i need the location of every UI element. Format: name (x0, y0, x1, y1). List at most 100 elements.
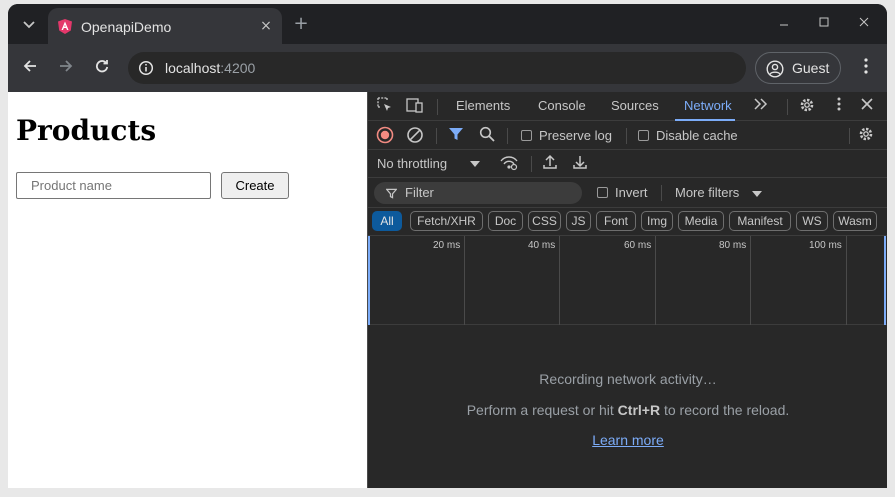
browser-tab[interactable]: OpenapiDemo × (48, 8, 282, 44)
toolbar-separator (436, 128, 437, 144)
perform-suffix: to record the reload. (660, 402, 790, 418)
perform-request-message: Perform a request or hit Ctrl+R to recor… (368, 402, 887, 418)
record-stop-icon[interactable] (376, 126, 394, 144)
tab-search-button[interactable] (18, 14, 40, 36)
more-filters-dropdown-icon[interactable] (752, 190, 762, 198)
angular-favicon-icon (58, 19, 72, 34)
learn-more-link[interactable]: Learn more (368, 432, 887, 448)
chip-font[interactable]: Font (596, 211, 636, 231)
network-conditions-icon[interactable] (500, 155, 518, 173)
filter-placeholder: Filter (405, 185, 434, 200)
timeline-right-handle[interactable] (884, 236, 886, 325)
maximize-icon[interactable] (816, 16, 832, 32)
more-tabs-icon[interactable] (752, 97, 770, 115)
new-tab-button[interactable]: + (291, 14, 311, 34)
devtools-tab-bar: Elements Console Sources Network (368, 92, 887, 121)
chip-fetch-xhr[interactable]: Fetch/XHR (410, 211, 483, 231)
preserve-log-checkbox[interactable] (521, 130, 532, 141)
timeline-gridline (750, 236, 751, 325)
timeline-gridline (655, 236, 656, 325)
toolbar-separator (531, 156, 532, 172)
page-viewport: Products Create (8, 92, 367, 488)
product-name-input[interactable] (16, 172, 211, 199)
toolbar-separator (437, 99, 438, 115)
inspect-element-icon[interactable] (376, 97, 394, 115)
back-icon[interactable] (20, 58, 40, 78)
disable-cache-checkbox[interactable] (638, 130, 649, 141)
chip-manifest[interactable]: Manifest (729, 211, 791, 231)
reload-icon[interactable] (92, 58, 112, 78)
filter-funnel-icon[interactable] (447, 126, 465, 144)
invert-checkbox[interactable] (597, 187, 608, 198)
toolbar-separator (507, 128, 508, 144)
timeline-label: 40 ms (528, 240, 556, 251)
tab-sources[interactable]: Sources (611, 98, 659, 113)
network-empty-state: Recording network activity… Perform a re… (368, 325, 887, 488)
perform-prefix: Perform a request or hit (466, 402, 618, 418)
tab-close-icon[interactable]: × (258, 18, 274, 34)
throttling-dropdown-icon[interactable] (466, 155, 484, 173)
export-har-icon[interactable] (571, 154, 589, 172)
tab-elements[interactable]: Elements (456, 98, 510, 113)
url-port: :4200 (220, 60, 256, 76)
recording-message: Recording network activity… (539, 371, 717, 387)
chevron-down-icon (23, 21, 35, 29)
toolbar-separator (626, 128, 627, 144)
filter-input[interactable]: Filter (374, 182, 582, 204)
forward-icon[interactable] (56, 58, 76, 78)
chip-css[interactable]: CSS (528, 211, 561, 231)
devtools-menu-icon[interactable] (830, 97, 848, 115)
tab-network[interactable]: Network (684, 98, 732, 113)
import-har-icon[interactable] (541, 154, 559, 172)
timeline-gridline (846, 236, 847, 325)
tab-title: OpenapiDemo (81, 19, 172, 35)
timeline-label: 80 ms (719, 240, 747, 251)
search-icon[interactable] (478, 126, 496, 144)
chip-js[interactable]: JS (566, 211, 591, 231)
profile-label: Guest (792, 60, 830, 76)
reload-shortcut: Ctrl+R (617, 402, 661, 418)
chip-wasm[interactable]: Wasm (833, 211, 877, 231)
browser-window: OpenapiDemo × + localhost:4200 Guest Pro… (8, 4, 887, 488)
timeline-gridline (464, 236, 465, 325)
chip-ws[interactable]: WS (796, 211, 828, 231)
throttling-select[interactable]: No throttling (377, 156, 447, 171)
timeline-left-handle[interactable] (368, 236, 370, 325)
info-icon[interactable] (138, 60, 154, 76)
preserve-log-label: Preserve log (539, 128, 612, 143)
chip-all[interactable]: All (372, 211, 402, 231)
network-timeline-overview[interactable]: 20 ms 40 ms 60 ms 80 ms 100 ms (368, 236, 887, 325)
address-bar[interactable]: localhost:4200 (128, 52, 746, 84)
invert-label: Invert (615, 185, 648, 200)
clear-icon[interactable] (406, 126, 424, 144)
toolbar-separator (849, 128, 850, 144)
window-close-icon[interactable] (856, 16, 872, 32)
devtools-close-icon[interactable] (858, 97, 876, 115)
chip-media[interactable]: Media (678, 211, 724, 231)
more-filters-button[interactable]: More filters (675, 185, 739, 200)
browser-toolbar: localhost:4200 Guest (8, 44, 887, 92)
profile-button[interactable]: Guest (755, 52, 841, 84)
url-text: localhost:4200 (165, 60, 255, 76)
resource-type-filters: All Fetch/XHR Doc CSS JS Font Img Media … (368, 208, 887, 236)
create-button[interactable]: Create (221, 172, 289, 199)
tab-strip: OpenapiDemo × + (8, 4, 887, 44)
chip-doc[interactable]: Doc (488, 211, 523, 231)
tab-console[interactable]: Console (538, 98, 586, 113)
page-title: Products (16, 114, 157, 147)
network-toolbar: Preserve log Disable cache (368, 121, 887, 150)
timeline-label: 20 ms (433, 240, 461, 251)
devtools-panel: Elements Console Sources Network Preserv… (367, 92, 887, 488)
settings-gear-icon[interactable] (798, 97, 816, 115)
timeline-gridline (559, 236, 560, 325)
url-host: localhost (165, 60, 221, 76)
timeline-label: 100 ms (809, 240, 842, 251)
chip-img[interactable]: Img (641, 211, 673, 231)
device-toolbar-icon[interactable] (406, 97, 424, 115)
network-settings-gear-icon[interactable] (857, 126, 875, 144)
minimize-icon[interactable] (776, 16, 792, 32)
profile-icon (766, 60, 784, 78)
toolbar-separator (787, 99, 788, 115)
filter-bar: Filter Invert More filters (368, 178, 887, 208)
browser-menu-icon[interactable] (858, 58, 874, 78)
